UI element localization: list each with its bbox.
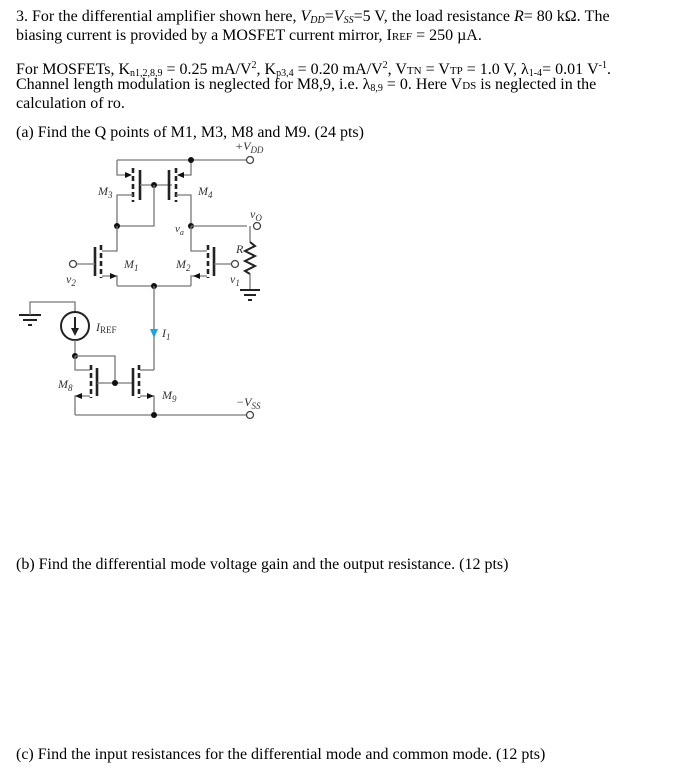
transistor-m9: M9: [131, 365, 177, 415]
transistor-m8: M8: [57, 356, 133, 415]
vss-terminal: [245, 410, 255, 420]
transistor-m1: v2 M1: [66, 226, 139, 288]
problem-line-2: biasing current is provided by a MOSFET …: [16, 27, 482, 44]
m2-label: M2: [175, 257, 191, 273]
part-b-question: (b) Find the differential mode voltage g…: [16, 556, 509, 573]
transistor-m4: M4: [167, 168, 213, 226]
vdd-terminal: [245, 155, 255, 165]
transistor-m3: M3: [97, 168, 172, 226]
r-label: R: [235, 242, 244, 256]
problem-number: 3.: [16, 8, 28, 25]
parameters-line-3: calculation of ro.: [16, 95, 125, 112]
i1-arrow-icon: [150, 329, 158, 338]
m8-label: M8: [57, 377, 73, 393]
vdd-label: +VDD: [235, 140, 264, 155]
vdd-rail: +VDD: [116, 140, 264, 176]
m3-label: M3: [97, 184, 113, 200]
v1-terminal: [230, 259, 240, 269]
v1-label: v1: [230, 272, 240, 288]
v2-terminal: [68, 259, 78, 269]
reference-current-source: IREF: [19, 301, 117, 356]
transistor-m2: v1 M2: [175, 226, 240, 288]
vss-label: −VSS: [236, 395, 261, 411]
differential-amplifier-circuit: +VDD M3 M4 va vO R v2 M1 v1 M2 I1 IREF M…: [19, 140, 264, 420]
m9-label: M9: [161, 388, 177, 404]
i1-label: I1: [161, 326, 171, 342]
va-label: va: [175, 223, 184, 237]
part-c-question: (c) Find the input resistances for the d…: [16, 746, 546, 763]
m1-label: M1: [123, 257, 139, 273]
m4-label: M4: [197, 184, 213, 200]
vo-label: vO: [250, 207, 262, 223]
vo-terminal: [252, 221, 262, 231]
v2-label: v2: [66, 272, 76, 288]
iref-label: IREF: [95, 320, 117, 335]
